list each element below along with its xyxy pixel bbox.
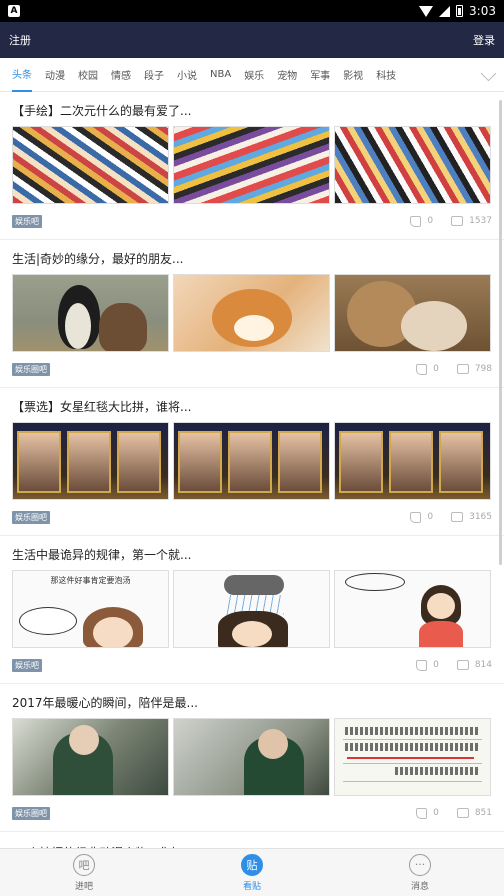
signal-icon: [439, 5, 451, 17]
comment-icon[interactable]: [456, 808, 469, 818]
post-title[interactable]: 20个抽烟的经典动漫人物，你知...: [12, 832, 492, 848]
nav-label: 消息: [410, 881, 429, 892]
comment-count: 1537: [469, 216, 492, 226]
post-title[interactable]: 【票选】女星红毯大比拼，谁将...: [12, 388, 492, 422]
tab-campus[interactable]: 校园: [78, 58, 98, 92]
like-count: 0: [427, 216, 434, 226]
post-image[interactable]: 那这件好事肯定要泡汤: [12, 570, 169, 648]
comment-icon[interactable]: [456, 660, 469, 670]
thumbs-up-icon[interactable]: [416, 807, 428, 819]
wifi-icon: [419, 5, 434, 17]
post-image[interactable]: [334, 718, 491, 796]
tab-military[interactable]: 军事: [310, 58, 330, 92]
thumbs-up-icon[interactable]: [410, 215, 422, 227]
post-feed[interactable]: 【手绘】二次元什么的最有爱了... 娱乐吧 0 1537 生活|奇妙的缘分，最好…: [0, 92, 504, 848]
status-time: 3:03: [469, 4, 496, 18]
list-item[interactable]: 【票选】女星红毯大比拼，谁将... 娱乐圈吧 0 3165: [0, 388, 504, 536]
post-title[interactable]: 2017年最暖心的瞬间，陪伴是最...: [12, 684, 492, 718]
like-count: 0: [433, 808, 439, 818]
comment-icon[interactable]: [456, 364, 469, 374]
like-count: 0: [433, 364, 439, 374]
post-image[interactable]: [12, 718, 169, 796]
posts-icon: 贴: [241, 853, 263, 876]
post-image[interactable]: [12, 274, 169, 352]
forum-icon: 吧: [73, 853, 95, 876]
battery-icon: [456, 5, 464, 17]
list-item[interactable]: 生活|奇妙的缘分，最好的朋友... 娱乐圈吧 0 798: [0, 240, 504, 388]
tab-tech[interactable]: 科技: [376, 58, 396, 92]
post-image[interactable]: [173, 422, 330, 500]
comment-icon[interactable]: [451, 512, 464, 522]
list-item[interactable]: 2017年最暖心的瞬间，陪伴是最... 娱乐圈吧 0 851: [0, 684, 504, 832]
post-image[interactable]: [334, 274, 491, 352]
post-image[interactable]: [334, 422, 491, 500]
chevron-down-icon[interactable]: [480, 65, 497, 82]
comment-icon[interactable]: [451, 216, 464, 226]
comment-count: 851: [474, 808, 492, 818]
post-image[interactable]: [173, 718, 330, 796]
nav-enter-forum[interactable]: 吧 进吧: [44, 853, 124, 892]
forum-badge[interactable]: 娱乐圈吧: [12, 510, 50, 524]
comment-count: 3165: [469, 512, 492, 522]
nav-label: 看贴: [242, 881, 261, 892]
post-image[interactable]: [12, 422, 169, 500]
tab-emotion[interactable]: 情感: [111, 58, 131, 92]
list-item[interactable]: 生活中最诡异的规律，第一个就... 那这件好事肯定要泡汤 娱乐吧 0 814: [0, 536, 504, 684]
tab-entertainment[interactable]: 娱乐: [244, 58, 264, 92]
tab-pets[interactable]: 宠物: [277, 58, 297, 92]
comment-count: 814: [474, 660, 492, 670]
post-image[interactable]: [334, 126, 491, 204]
tab-headlines[interactable]: 头条: [12, 58, 32, 92]
thumbs-up-icon[interactable]: [416, 659, 428, 671]
like-count: 0: [427, 512, 434, 522]
post-image[interactable]: [334, 570, 491, 648]
tab-movies[interactable]: 影视: [343, 58, 363, 92]
comment-count: 798: [474, 364, 492, 374]
tab-jokes[interactable]: 段子: [144, 58, 164, 92]
forum-badge[interactable]: 娱乐吧: [12, 658, 42, 672]
forum-badge[interactable]: 娱乐圈吧: [12, 806, 50, 820]
tab-anime[interactable]: 动漫: [45, 58, 65, 92]
status-bar: A 3:03: [0, 0, 504, 22]
like-count: 0: [433, 660, 439, 670]
nav-view-posts[interactable]: 贴 看贴: [212, 853, 292, 892]
forum-badge[interactable]: 娱乐吧: [12, 214, 42, 228]
post-image[interactable]: [173, 274, 330, 352]
tab-novels[interactable]: 小说: [177, 58, 197, 92]
list-item[interactable]: 【手绘】二次元什么的最有爱了... 娱乐吧 0 1537: [0, 92, 504, 240]
category-tabs: 头条 动漫 校园 情感 段子 小说 NBA 娱乐 宠物 军事 影视 科技: [0, 58, 504, 92]
register-button[interactable]: 注册: [9, 32, 31, 48]
app-notification-icon: A: [8, 5, 20, 17]
post-image[interactable]: [173, 570, 330, 648]
list-item[interactable]: 20个抽烟的经典动漫人物，你知...: [0, 832, 504, 848]
login-button[interactable]: 登录: [473, 32, 495, 48]
top-bar: 注册 登录: [0, 22, 504, 58]
tab-nba[interactable]: NBA: [210, 58, 231, 92]
post-title[interactable]: 【手绘】二次元什么的最有爱了...: [12, 92, 492, 126]
thumbs-up-icon[interactable]: [410, 511, 422, 523]
nav-messages[interactable]: ··· 消息: [380, 853, 460, 892]
post-image[interactable]: [12, 126, 169, 204]
post-image[interactable]: [173, 126, 330, 204]
bottom-nav: 吧 进吧 贴 看贴 ··· 消息: [0, 848, 504, 896]
post-title[interactable]: 生活中最诡异的规律，第一个就...: [12, 536, 492, 570]
post-title[interactable]: 生活|奇妙的缘分，最好的朋友...: [12, 240, 492, 274]
scrollbar[interactable]: [499, 100, 502, 565]
message-icon: ···: [409, 853, 431, 876]
thumbs-up-icon[interactable]: [416, 363, 428, 375]
nav-label: 进吧: [74, 881, 93, 892]
forum-badge[interactable]: 娱乐圈吧: [12, 362, 50, 376]
